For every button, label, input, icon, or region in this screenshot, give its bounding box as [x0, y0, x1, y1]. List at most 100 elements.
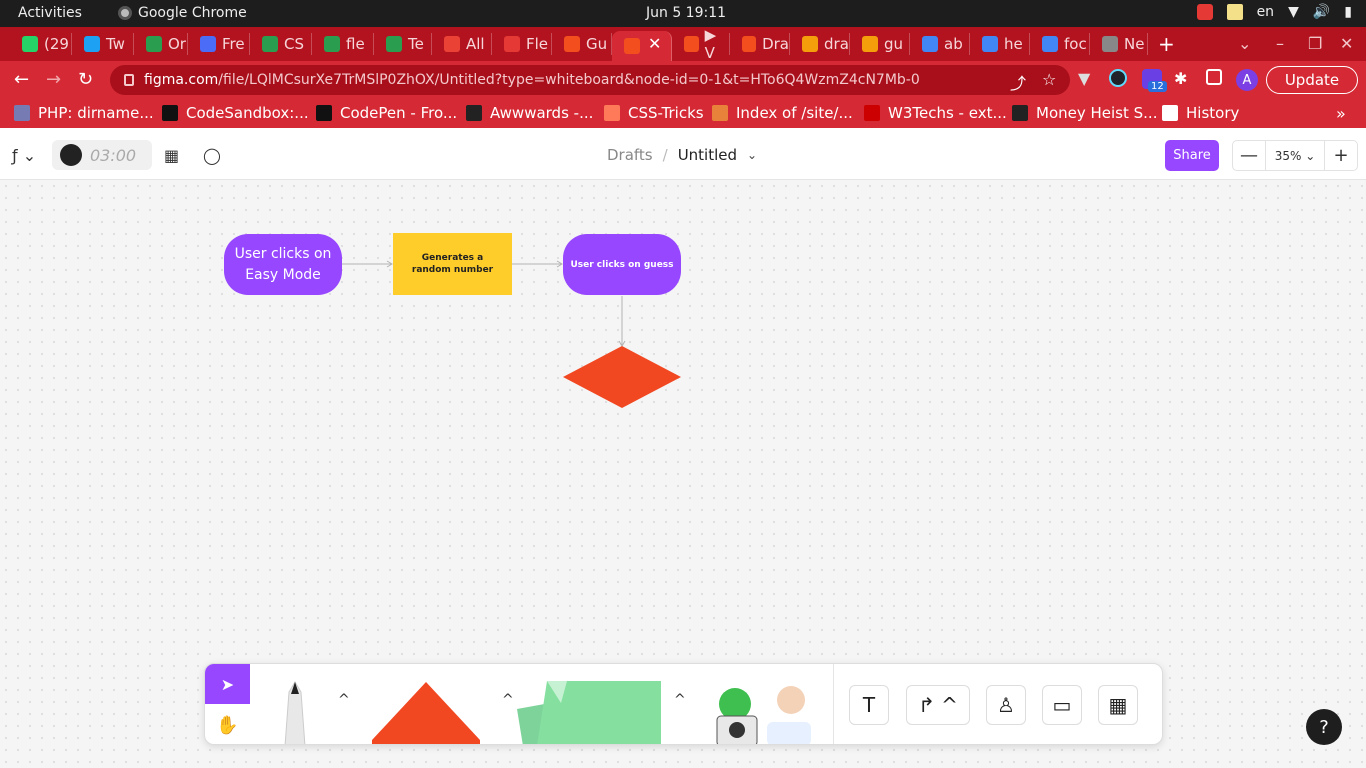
- tab-3[interactable]: Fre: [188, 33, 250, 55]
- tab-7[interactable]: All: [432, 33, 492, 55]
- tab-favicon-icon: [1102, 36, 1118, 52]
- bookmark-favicon-icon: [162, 105, 178, 121]
- node-easy-mode[interactable]: User clicks on Easy Mode: [224, 234, 342, 295]
- tab-6[interactable]: Te: [374, 33, 432, 55]
- shape-tool-icon[interactable]: [370, 680, 482, 745]
- sticky-note-tool-icon[interactable]: [517, 679, 665, 745]
- file-title[interactable]: Untitled: [678, 146, 737, 164]
- layout-icon[interactable]: ▦: [164, 146, 179, 165]
- lock-icon: [124, 74, 134, 86]
- tab-13[interactable]: dra: [790, 33, 850, 55]
- zoom-out-button[interactable]: —: [1233, 145, 1265, 166]
- tab-5[interactable]: fle: [312, 33, 374, 55]
- decision-diamond[interactable]: [563, 346, 681, 408]
- minimize-icon[interactable]: –: [1276, 34, 1284, 53]
- tab-search-icon[interactable]: ⌄: [1238, 34, 1251, 53]
- tab-label: Fre: [222, 35, 245, 53]
- zoom-level[interactable]: 35% ⌄: [1265, 141, 1325, 170]
- tab-label: Fle: [526, 35, 549, 53]
- clock[interactable]: Jun 5 19:11: [646, 5, 726, 21]
- reload-icon[interactable]: ↻: [78, 69, 93, 90]
- share-page-icon[interactable]: ⤴: [1010, 70, 1026, 94]
- bookmark-item[interactable]: W3Techs - ext...: [864, 104, 1007, 122]
- bookmark-item[interactable]: Index of /site/...: [712, 104, 853, 122]
- tab-8[interactable]: Fle: [492, 33, 552, 55]
- text-tool-icon[interactable]: T: [849, 685, 889, 725]
- tab-18[interactable]: Ne: [1090, 33, 1148, 55]
- timer-avatar-icon: [60, 144, 82, 166]
- bookmark-label: Awwwards -...: [490, 104, 594, 122]
- tab-1[interactable]: Tw: [72, 33, 134, 55]
- toolbar-divider: [833, 664, 834, 744]
- tab-9[interactable]: Gu: [552, 33, 612, 55]
- figma-menu-icon[interactable]: ƒ ⌄: [12, 146, 36, 165]
- battery-icon[interactable]: ▮: [1344, 4, 1352, 20]
- language-indicator[interactable]: en: [1257, 4, 1275, 20]
- profile-avatar[interactable]: A: [1236, 69, 1258, 91]
- omnibar-actions: ⤴ ☆: [1010, 70, 1056, 94]
- app-indicator-icon[interactable]: [1196, 4, 1213, 20]
- side-panel-icon[interactable]: [1206, 69, 1222, 85]
- tab-11[interactable]: ▶ V: [672, 26, 730, 62]
- table-tool-icon[interactable]: ▦: [1098, 685, 1138, 725]
- move-tool-icon[interactable]: ➤: [205, 664, 250, 704]
- app-menu[interactable]: Google Chrome: [118, 5, 247, 21]
- bookmark-star-icon[interactable]: ☆: [1042, 70, 1056, 94]
- tab-4[interactable]: CS: [250, 33, 312, 55]
- tab-17[interactable]: foc: [1030, 33, 1090, 55]
- tab-14[interactable]: gu: [850, 33, 910, 55]
- activities-button[interactable]: Activities: [18, 5, 82, 21]
- update-button[interactable]: Update: [1266, 66, 1358, 94]
- bookmark-item[interactable]: CodePen - Fro...: [316, 104, 457, 122]
- bookmark-item[interactable]: History: [1162, 104, 1239, 122]
- stamp-tool-icon[interactable]: ♙: [986, 685, 1026, 725]
- bookmark-item[interactable]: Awwwards -...: [466, 104, 593, 122]
- address-bar[interactable]: figma.com/file/LQlMCsurXe7TrMSlP0ZhOX/Un…: [110, 65, 1070, 95]
- bookmark-favicon-icon: [864, 105, 880, 121]
- connector-tool-icon[interactable]: ↱ ^: [906, 685, 970, 725]
- comment-icon[interactable]: ◯: [203, 146, 221, 165]
- bookmark-item[interactable]: CodeSandbox:...: [162, 104, 309, 122]
- node-random-number[interactable]: Generates a random number: [393, 233, 512, 295]
- bookmark-item[interactable]: Money Heist S...: [1012, 104, 1157, 122]
- system-tray[interactable]: en ▼ 🔊 ▮: [1196, 4, 1352, 20]
- zoom-in-button[interactable]: +: [1325, 145, 1357, 166]
- node-guess[interactable]: User clicks on guess: [563, 234, 681, 295]
- tab-2[interactable]: Or: [134, 33, 188, 55]
- back-icon[interactable]: ←: [14, 69, 29, 90]
- pen-tool-icon[interactable]: [265, 672, 335, 745]
- new-tab-button[interactable]: +: [1158, 32, 1175, 56]
- vue-devtools-icon[interactable]: ▼: [1078, 69, 1098, 89]
- react-devtools-icon[interactable]: [1109, 69, 1127, 87]
- tab-15[interactable]: ab: [910, 33, 970, 55]
- section-tool-icon[interactable]: ▭: [1042, 685, 1082, 725]
- extensions-puzzle-icon[interactable]: ✱: [1174, 69, 1194, 89]
- share-button[interactable]: Share: [1165, 140, 1219, 171]
- tab-0[interactable]: (29: [10, 33, 72, 55]
- notes-icon[interactable]: [1226, 4, 1243, 20]
- shape-options-chevron-icon[interactable]: ^: [502, 692, 514, 708]
- sticky-options-chevron-icon[interactable]: ^: [674, 692, 686, 708]
- help-button[interactable]: ?: [1306, 709, 1342, 745]
- maximize-icon[interactable]: ❐: [1308, 34, 1322, 53]
- tab-favicon-icon: [200, 36, 216, 52]
- bookmark-item[interactable]: PHP: dirname...: [14, 104, 154, 122]
- close-tab-icon[interactable]: ✕: [648, 34, 661, 53]
- pen-options-chevron-icon[interactable]: ^: [338, 692, 350, 708]
- tab-12[interactable]: Dra: [730, 33, 790, 55]
- bookmarks-overflow-icon[interactable]: »: [1336, 104, 1346, 123]
- timer-widget[interactable]: 03:00: [52, 140, 152, 170]
- tab-label: he: [1004, 35, 1023, 53]
- tab-16[interactable]: he: [970, 33, 1030, 55]
- tab-10[interactable]: [612, 31, 672, 61]
- breadcrumb-drafts[interactable]: Drafts: [607, 146, 653, 164]
- chevron-down-icon[interactable]: ⌄: [747, 148, 757, 164]
- bookmark-label: CodeSandbox:...: [186, 104, 309, 122]
- hand-tool-icon[interactable]: ✋: [205, 706, 250, 744]
- stickers-tool-icon[interactable]: [711, 682, 815, 745]
- bookmark-item[interactable]: CSS-Tricks: [604, 104, 704, 122]
- close-window-icon[interactable]: ✕: [1340, 34, 1353, 53]
- volume-icon[interactable]: 🔊: [1313, 4, 1330, 20]
- forward-icon[interactable]: →: [46, 69, 61, 90]
- wifi-icon[interactable]: ▼: [1288, 4, 1299, 20]
